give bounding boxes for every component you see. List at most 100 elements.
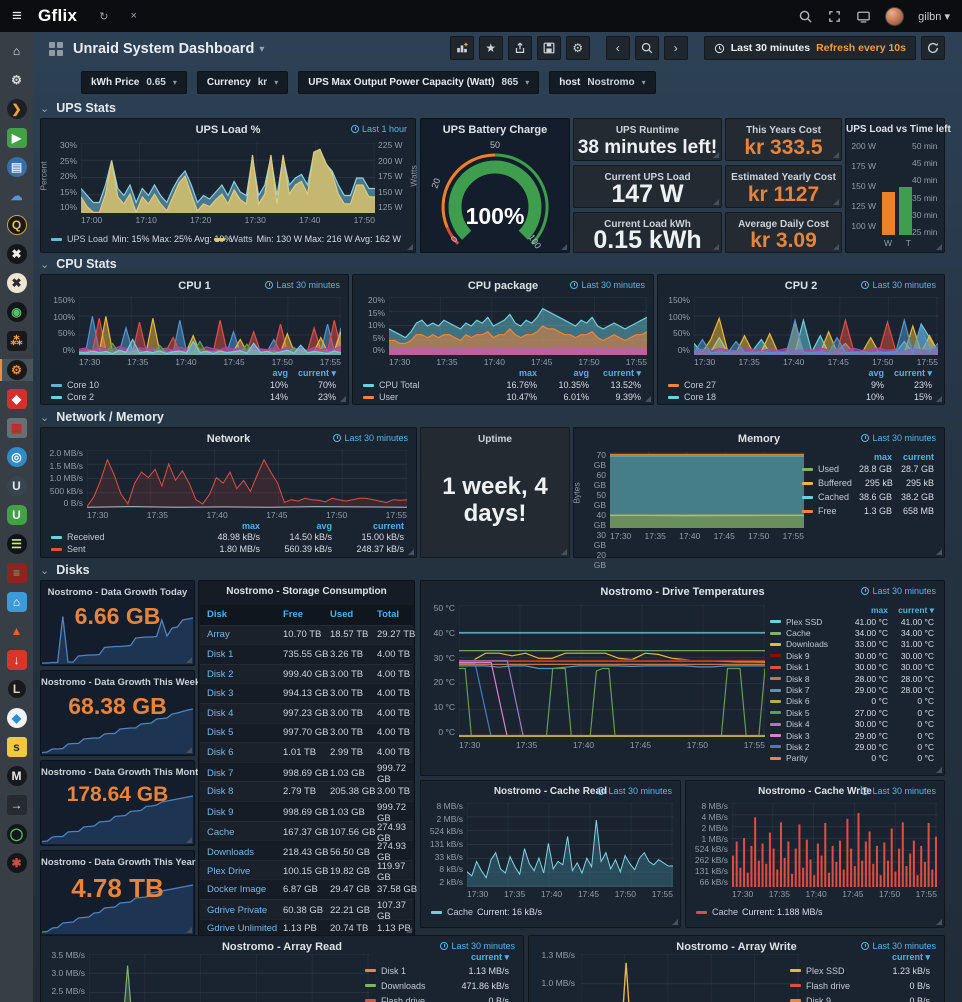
series-name[interactable]: Cached — [818, 492, 850, 502]
sidebar-app-item[interactable]: M — [0, 765, 33, 787]
refresh-button[interactable] — [921, 36, 945, 60]
panel-title[interactable]: Nostromo - Data Growth This Year — [41, 857, 194, 868]
sidebar-app-item[interactable]: ⌂ — [0, 40, 33, 62]
panel-time-range[interactable]: Last 30 minutes — [861, 433, 936, 443]
series-color[interactable] — [770, 620, 781, 623]
series-color[interactable] — [770, 700, 781, 703]
series-name[interactable]: Plex SSD — [786, 617, 842, 627]
sidebar-app-item[interactable]: ≡ — [0, 562, 33, 584]
cycle-view-icon[interactable]: ↻ — [99, 10, 108, 23]
panel-title[interactable]: Nostromo - Data Growth Today — [41, 587, 194, 598]
legend-header[interactable]: current ▾ — [288, 368, 336, 379]
series-name[interactable]: Used — [818, 464, 850, 474]
sidebar-app-item[interactable]: ☰ — [0, 533, 33, 555]
series-name[interactable]: Disk 9 — [786, 651, 842, 661]
panel-title[interactable]: Nostromo - Storage Consumption — [199, 586, 414, 597]
fullscreen-icon[interactable] — [827, 9, 842, 24]
series-name[interactable]: Downloads — [381, 981, 439, 991]
series-color[interactable] — [802, 496, 813, 499]
sidebar-app-item[interactable]: ✖ — [0, 272, 33, 294]
sidebar-app-item[interactable]: L — [0, 678, 33, 700]
legend-watts[interactable]: WattsMin: 130 W Max: 216 W Avg: 162 W — [214, 234, 401, 244]
panel-time-range[interactable]: Last 30 minutes — [333, 433, 408, 443]
series-name[interactable]: Received — [67, 532, 188, 542]
series-name[interactable]: Disk 7 — [786, 685, 842, 695]
sidebar-app-item[interactable]: ◯ — [0, 823, 33, 845]
sidebar-app-item[interactable]: ▤ — [0, 156, 33, 178]
panel-title[interactable]: Nostromo - Data Growth This Week — [41, 677, 194, 688]
series-color[interactable] — [770, 689, 781, 692]
series-color[interactable] — [770, 677, 781, 680]
star-button[interactable]: ★ — [479, 36, 503, 60]
panel-title[interactable]: UPS Load vs Time left — [846, 124, 944, 135]
legend-header[interactable]: current — [332, 521, 404, 531]
series-name[interactable]: Core 27 — [684, 380, 836, 390]
disk-name[interactable]: Disk 9 — [207, 807, 283, 818]
legend-header[interactable]: avg — [537, 368, 589, 379]
legend-header[interactable]: current ▾ — [888, 605, 934, 616]
series-color[interactable] — [51, 548, 62, 551]
legend-header[interactable]: current ▾ — [439, 952, 509, 963]
series-name[interactable]: Disk 8 — [786, 674, 842, 684]
add-panel-button[interactable] — [450, 36, 474, 60]
sidebar-app-item[interactable]: ▦ — [0, 417, 33, 439]
user-avatar[interactable] — [885, 7, 904, 26]
cache-read-chart[interactable] — [467, 803, 673, 887]
dashboard-title[interactable]: Unraid System Dashboard — [73, 41, 254, 57]
sidebar-app-item[interactable]: ❯ — [0, 98, 33, 120]
disk-name[interactable]: Cache — [207, 827, 283, 838]
series-name[interactable]: Disk 3 — [786, 731, 842, 741]
series-name[interactable]: Disk 1 — [381, 966, 439, 976]
series-name[interactable]: Disk 4 — [786, 719, 842, 729]
ups-bar-chart[interactable] — [882, 145, 912, 235]
series-name[interactable]: Disk 5 — [786, 708, 842, 718]
series-name[interactable]: Cache — [786, 628, 842, 638]
legend-header[interactable]: max — [485, 368, 537, 379]
sidebar-app-item[interactable]: ⌂ — [0, 591, 33, 613]
series-name[interactable]: Downloads — [786, 639, 842, 649]
disk-name[interactable]: Gdrive Private — [207, 905, 283, 916]
series-name[interactable]: Disk 2 — [786, 742, 842, 752]
series-name[interactable]: User — [379, 392, 485, 402]
panel-time-range[interactable]: Last 30 minutes — [597, 786, 672, 796]
panel-time-range[interactable]: Last 30 minutes — [861, 941, 936, 951]
panel-title[interactable]: UPS Battery Charge — [421, 124, 569, 136]
series-color[interactable] — [790, 984, 801, 987]
variable-dropdown[interactable]: host Nostromo ▾ — [549, 71, 655, 94]
zoom-out-button[interactable] — [635, 36, 659, 60]
table-header[interactable]: Used — [330, 609, 377, 620]
series-name[interactable]: CPU Total — [379, 380, 485, 390]
variable-dropdown[interactable]: Currency kr ▾ — [197, 71, 288, 94]
legend-header[interactable]: current — [892, 452, 934, 462]
series-color[interactable] — [365, 984, 376, 987]
section-ups-stats[interactable]: ⌄UPS Stats — [40, 101, 116, 115]
share-button[interactable] — [508, 36, 532, 60]
table-header[interactable]: Total — [377, 609, 421, 620]
disk-name[interactable]: Downloads — [207, 847, 283, 858]
series-color[interactable] — [668, 384, 679, 387]
section-network-memory[interactable]: ⌄Network / Memory — [40, 410, 164, 424]
section-disks[interactable]: ⌄Disks — [40, 563, 90, 577]
series-name[interactable]: Buffered — [818, 478, 852, 488]
sidebar-app-item[interactable]: ▶ — [0, 127, 33, 149]
sidebar-app-item[interactable]: s — [0, 736, 33, 758]
legend-header[interactable]: avg — [240, 368, 288, 379]
disk-name[interactable]: Disk 3 — [207, 688, 283, 699]
series-color[interactable] — [365, 969, 376, 972]
sidebar-app-item[interactable]: ▲ — [0, 620, 33, 642]
series-color[interactable] — [51, 384, 62, 387]
sidebar-app-item[interactable]: U — [0, 475, 33, 497]
cache-write-chart[interactable] — [732, 803, 937, 887]
disk-name[interactable]: Plex Drive — [207, 866, 283, 877]
series-color[interactable] — [802, 468, 813, 471]
sidebar-app-item[interactable]: U — [0, 504, 33, 526]
series-color[interactable] — [770, 734, 781, 737]
table-header[interactable]: Free — [283, 609, 330, 620]
series-color[interactable] — [770, 745, 781, 748]
series-color[interactable] — [51, 536, 62, 539]
series-color[interactable] — [770, 654, 781, 657]
cpu-package-chart[interactable] — [389, 297, 647, 355]
sidebar-app-item[interactable]: ⁂ — [0, 330, 33, 352]
series-name[interactable]: Sent — [67, 544, 188, 554]
search-icon[interactable] — [798, 9, 813, 24]
